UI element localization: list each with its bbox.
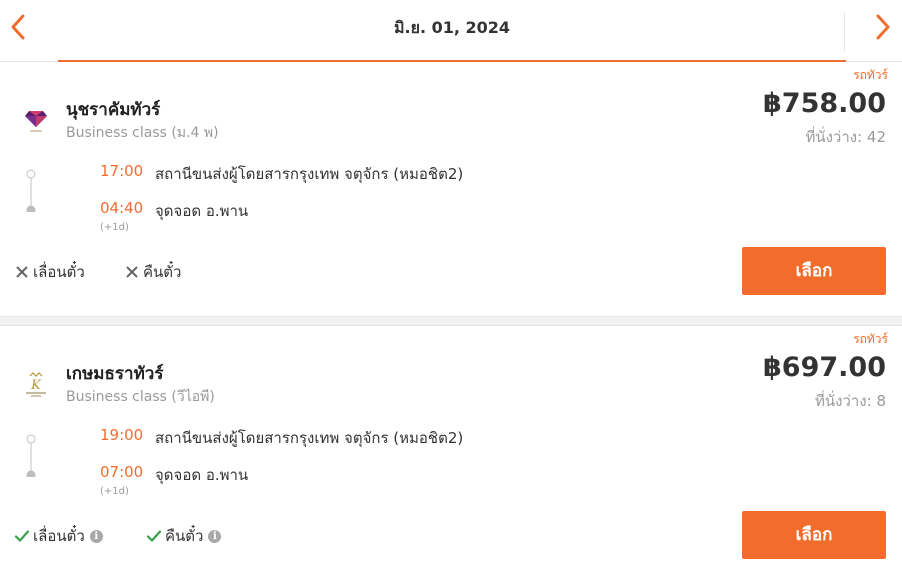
price: ฿758.00 (763, 88, 886, 119)
arrival-station: จุดจอด อ.พาน (155, 202, 249, 220)
refund-policy: คืนตั๋ว (124, 260, 181, 284)
arrival-day-offset: (+1d) (100, 486, 129, 497)
date-tab-selected[interactable]: มิ.ย. 01, 2024 (58, 0, 846, 63)
operator-logo (20, 103, 52, 135)
selected-date: มิ.ย. 01, 2024 (393, 18, 511, 37)
arrival-station: จุดจอด อ.พาน (155, 466, 249, 484)
bus-class: Business class (ม.4 พ) (66, 125, 219, 141)
info-icon[interactable]: i (208, 529, 222, 543)
operator-name: นุชราคัมทัวร์ (66, 100, 161, 120)
bus-class: Business class (วีไอพี) (66, 389, 215, 405)
checkmark-icon (14, 530, 30, 542)
svg-text:K: K (30, 378, 42, 393)
arrival-time: 04:40 (100, 199, 144, 217)
reschedule-policy: เลื่อนตั๋ว i (14, 524, 103, 548)
seats-available: ที่นั่งว่าง: 42 (805, 128, 886, 146)
operator-name: เกษมธราทัวร์ (66, 364, 164, 384)
operator-logo: K (20, 368, 52, 400)
info-icon[interactable]: i (89, 529, 103, 543)
chevron-right-icon (876, 14, 890, 40)
reschedule-policy: เลื่อนตั๋ว (14, 260, 85, 284)
date-header: มิ.ย. 01, 2024 (0, 0, 902, 63)
refund-label: คืนตั๋ว (165, 527, 204, 545)
crown-k-logo-icon: K (26, 372, 46, 397)
close-icon (126, 266, 138, 278)
route-timeline-icon (26, 169, 36, 212)
departure-station: สถานีขนส่งผู้โดยสารกรุงเทพ จตุจักร (หมอช… (155, 429, 464, 447)
previous-date-button[interactable] (4, 10, 34, 46)
departure-station: สถานีขนส่งผู้โดยสารกรุงเทพ จตุจักร (หมอช… (155, 165, 464, 183)
departure-time: 17:00 (100, 162, 144, 180)
refund-policy: คืนตั๋ว i (146, 524, 222, 548)
price: ฿697.00 (763, 352, 886, 383)
route-timeline-icon (26, 434, 36, 477)
trip-card: รถทัวร์ K เกษมธราทัวร์ Business class (ว… (0, 326, 902, 572)
vehicle-type-tag: รถทัวร์ (853, 332, 888, 346)
trip-card: รถทัวร์ นุชราคัมทัวร์ Business class (ม.… (0, 62, 902, 316)
next-date-button[interactable] (844, 10, 898, 52)
seats-available: ที่นั่งว่าง: 8 (814, 392, 886, 410)
refund-label: คืนตั๋ว (143, 263, 182, 281)
vehicle-type-tag: รถทัวร์ (853, 68, 888, 82)
close-icon (16, 266, 28, 278)
select-button[interactable]: เลือก (742, 511, 886, 559)
arrival-time: 07:00 (100, 463, 144, 481)
arrival-day-offset: (+1d) (100, 222, 129, 233)
diamond-logo-icon (25, 111, 47, 132)
select-button[interactable]: เลือก (742, 247, 886, 295)
checkmark-icon (146, 530, 162, 542)
reschedule-label: เลื่อนตั๋ว (33, 263, 85, 281)
departure-time: 19:00 (100, 426, 144, 444)
reschedule-label: เลื่อนตั๋ว (33, 527, 85, 545)
card-separator (0, 316, 902, 326)
chevron-left-icon (11, 14, 25, 40)
